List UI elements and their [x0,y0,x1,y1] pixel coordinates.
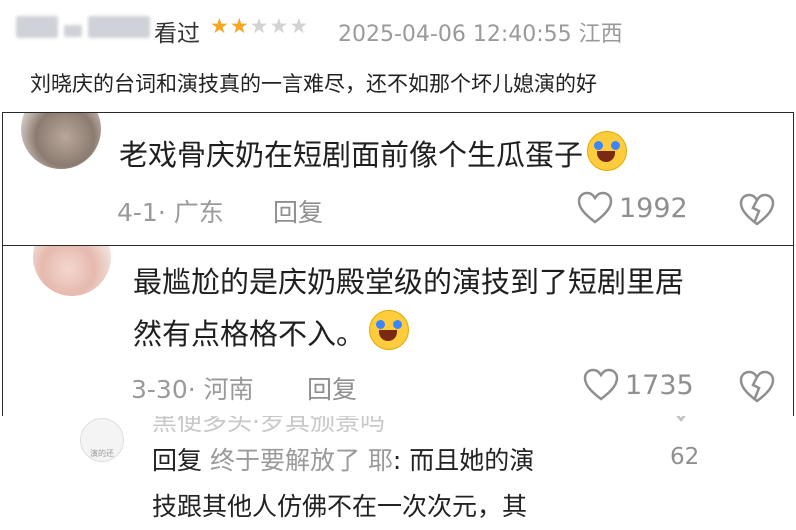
crying-laughing-emoji-icon [369,310,410,350]
review-timestamp-location: 2025-04-06 12:40:55 江西 [338,22,623,47]
heart-icon [577,191,613,224]
comment-item: 最尴尬的是庆奶殿堂级的演技到了短剧里居 然有点格格不入。 3-30· 河南 回复… [2,245,794,417]
avatar[interactable] [33,246,111,296]
reply-label[interactable]: 回复 [152,446,202,475]
comment-date-location: 3-30· 河南 [131,375,254,404]
star-empty-icon: ★ [269,14,290,38]
review-text: 刘晓庆的台词和演技真的一言难尽，还不如那个坏儿媳演的好 [30,72,597,96]
blurred-username [16,16,150,38]
sub-reply-text: 回复 终于要解放了 耶: 而且她的演 技跟其他人仿佛不在一次次元，其 [152,438,534,530]
star-empty-icon: ★ [249,14,270,38]
comment-body: 老戏骨庆奶在短剧面前像个生瓜蛋子 [119,138,584,172]
comment-body-line: 然有点格格不入。 [133,317,366,351]
heart-icon [583,368,619,401]
like-button[interactable]: 1992 [577,191,688,225]
like-count: 62 [670,444,700,470]
sub-reply-item: 黑便多头·罗其颁景吗 演的还 回复 终于要解放了 耶: 而且她的演 技跟其他人仿… [2,416,794,530]
star-filled-icon: ★ [229,14,250,38]
comment-date-location: 4-1· 广东 [117,198,224,227]
dislike-broken-heart-icon[interactable] [739,193,775,227]
like-count: 1735 [625,369,694,401]
comment-text: 最尴尬的是庆奶殿堂级的演技到了短剧里居 然有点格格不入。 [133,256,684,360]
like-button[interactable]: 1735 [583,368,694,402]
comment-body-line: 最尴尬的是庆奶殿堂级的演技到了短剧里居 [133,265,685,299]
reply-button[interactable]: 回复 [273,193,323,229]
star-empty-icon: ★ [289,14,310,38]
reply-username[interactable]: 终于要解放了 耶 [210,446,393,475]
like-count: 1992 [619,192,688,224]
comment-text: 老戏骨庆奶在短剧面前像个生瓜蛋子 [119,129,628,181]
crying-laughing-emoji-icon [587,131,628,171]
avatar[interactable]: 演的还 [80,418,124,462]
star-rating: ★★★★★ [210,14,309,38]
avatar-name: 演的还 [90,449,114,458]
watched-label: 看过 [154,21,200,47]
truncated-text: 黑便多头·罗其颁景吗 [152,416,385,436]
star-filled-icon: ★ [210,14,230,38]
review-card: 看过 ★★★★★ 2025-04-06 12:40:55 江西 刘晓庆的台词和演… [2,0,794,110]
dislike-broken-heart-icon[interactable] [739,370,775,404]
heart-icon[interactable] [666,416,696,426]
avatar[interactable] [21,113,101,169]
sub-reply-line: 技跟其他人仿佛不在一次次元，其 [152,492,528,521]
reply-button[interactable]: 回复 [307,370,357,406]
sub-reply-line: : 而且她的演 [392,446,535,475]
comment-item: 老戏骨庆奶在短剧面前像个生瓜蛋子 4-1· 广东 回复 1992 [2,112,794,246]
